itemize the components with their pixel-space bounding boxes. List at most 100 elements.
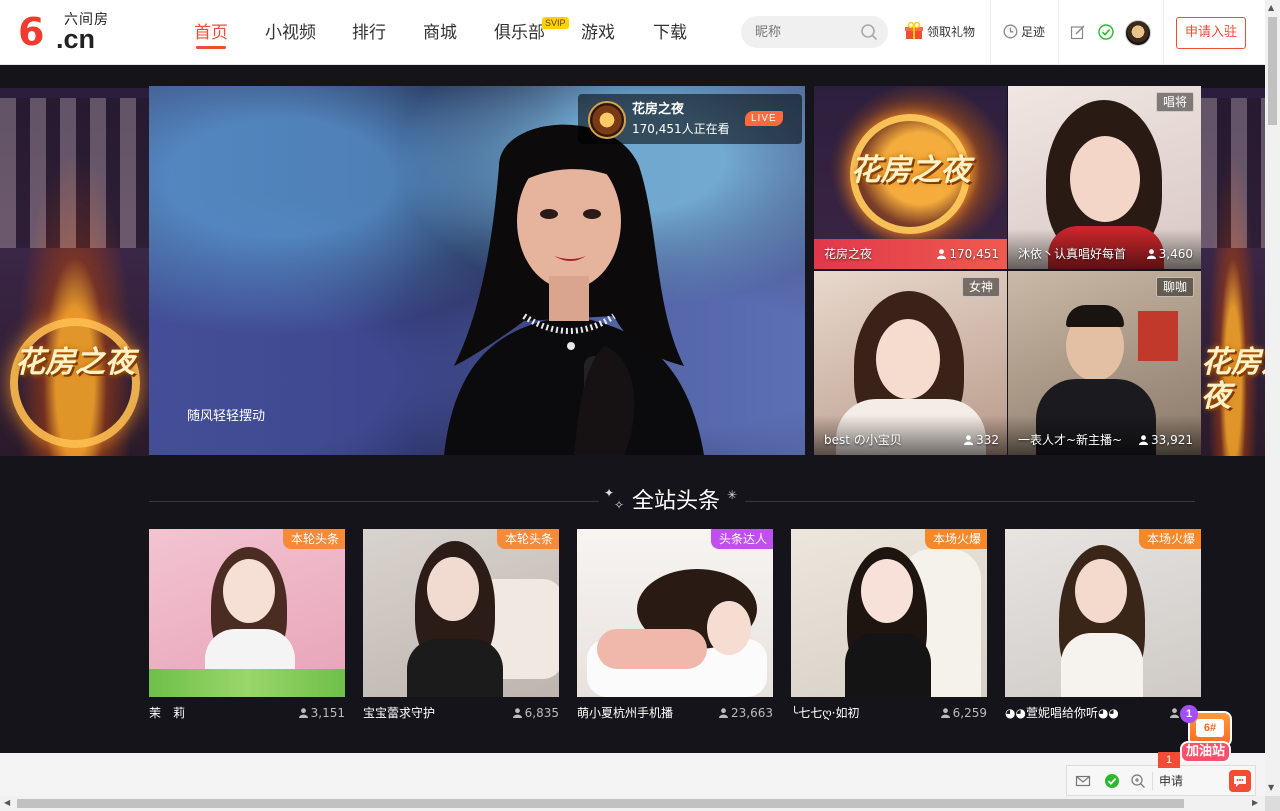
bottom-toolbar: 申请 1: [1066, 752, 1256, 796]
scroll-down-arrow[interactable]: ▼: [1268, 783, 1274, 793]
nav-club[interactable]: 俱乐部: [494, 22, 545, 44]
header-divider: [1163, 0, 1164, 65]
headline-card[interactable]: 本场火爆 ╰七七ღ·如初 6,259: [791, 529, 987, 720]
viewer-count-value: 33,921: [1151, 433, 1193, 447]
nav-home[interactable]: 首页: [194, 22, 228, 49]
gift-link[interactable]: 领取礼物: [904, 22, 975, 42]
streamer-hair: [1066, 305, 1124, 327]
thumb-viewer-count: 33,921: [1139, 432, 1193, 448]
streamer-face: [427, 557, 479, 621]
card-viewer-count: 6,835: [512, 705, 559, 721]
vertical-scroll-thumb[interactable]: [1268, 17, 1277, 125]
thumb-streamer-name: best の小宝贝: [824, 433, 902, 447]
chat-button[interactable]: [1229, 770, 1251, 792]
nav-download[interactable]: 下载: [653, 22, 687, 44]
card-ribbon: 头条达人: [710, 529, 773, 549]
scroll-left-arrow[interactable]: ◀: [4, 798, 10, 808]
side-banner-left[interactable]: 花房之夜: [0, 88, 150, 456]
scroll-right-arrow[interactable]: ▶: [1252, 798, 1258, 808]
banner-people-image: [0, 98, 150, 248]
grass-decoration: [149, 669, 345, 697]
gas-station-promo[interactable]: 6# 加油站 1: [1176, 705, 1242, 763]
search-icon[interactable]: [860, 23, 878, 41]
verified-icon[interactable]: [1098, 24, 1114, 40]
banner-brand-text: 花房之夜: [15, 345, 135, 380]
nav-games[interactable]: 游戏: [581, 22, 615, 44]
zoom-icon[interactable]: [1130, 773, 1146, 789]
streamer-clothing: [407, 639, 503, 697]
site-logo[interactable]: 6 六间房 .cn: [18, 10, 113, 54]
user-icon: [964, 435, 974, 445]
horizontal-scroll-thumb[interactable]: [17, 799, 1184, 808]
nav-ranking[interactable]: 排行: [352, 22, 386, 44]
thumb-viewer-count: 170,451: [937, 246, 999, 262]
sparkle-icon: ✳: [727, 488, 738, 502]
viewer-count-value: 3,151: [310, 706, 345, 720]
nav-short-video[interactable]: 小视频: [265, 22, 316, 44]
gift-box-icon: [905, 22, 923, 39]
headline-card[interactable]: 本轮头条 宝宝蕾求守护 6,835: [363, 529, 559, 720]
heading-divider-left: [149, 501, 599, 502]
singer-image: [444, 124, 704, 455]
viewer-count-value: 332: [976, 433, 999, 447]
card-viewer-count: 6,259: [940, 705, 987, 721]
svip-badge: SVIP: [542, 17, 569, 29]
card-streamer-name: 茉 莉: [149, 706, 186, 720]
streamer-face: [876, 319, 940, 399]
live-thumb[interactable]: 唱将 沐依丶认真唱好每首 3,460: [1008, 86, 1201, 269]
card-thumbnail: 头条达人: [577, 529, 773, 697]
vertical-scrollbar[interactable]: ▲ ▼: [1265, 0, 1280, 796]
streamer-face: [707, 601, 751, 655]
side-banner-right[interactable]: 花房之夜: [1201, 88, 1265, 456]
footprint-label: 足迹: [1021, 25, 1046, 39]
live-thumb[interactable]: 花房之夜 花房之夜 170,451: [814, 86, 1007, 269]
live-info-card[interactable]: 花房之夜 170,451人正在看 LIVE: [578, 94, 802, 144]
search-input[interactable]: [755, 23, 855, 41]
card-viewer-count: 23,663: [719, 705, 773, 721]
card-viewer-count: 3,151: [298, 705, 345, 721]
card-ribbon: 本场火爆: [1138, 529, 1201, 549]
user-icon: [298, 708, 308, 718]
check-circle-icon[interactable]: [1104, 773, 1120, 789]
viewer-count-value: 3,460: [1158, 247, 1193, 261]
header-divider: [1058, 0, 1059, 65]
nav-mall[interactable]: 商城: [423, 22, 457, 44]
live-room-avatar: [588, 101, 626, 139]
headline-card[interactable]: 本场火爆 ◕◕萱妮唱给你听◕◕ 34,: [1005, 529, 1201, 720]
mail-icon[interactable]: [1075, 773, 1091, 789]
streamer-clothing: [1061, 633, 1143, 697]
banner-brand-text: 花房之夜: [1201, 345, 1265, 414]
card-ribbon: 本场火爆: [924, 529, 987, 549]
footprint-link[interactable]: 足迹: [1003, 22, 1045, 42]
apply-join-button[interactable]: 申请入驻: [1176, 17, 1246, 49]
thumb-streamer-name: 花房之夜: [824, 247, 873, 261]
logo-six: 6: [18, 10, 45, 54]
card-ribbon: 本轮头条: [496, 529, 559, 549]
edit-icon[interactable]: [1070, 24, 1086, 40]
user-avatar[interactable]: [1125, 20, 1151, 46]
headline-card[interactable]: 本轮头条 茉 莉 3,151: [149, 529, 345, 720]
viewer-count-value: 6,835: [524, 706, 559, 720]
apply-text[interactable]: 申请: [1159, 772, 1183, 790]
card-streamer-name: ╰七七ღ·如初: [791, 706, 860, 720]
live-thumb[interactable]: 女神 best の小宝贝 332: [814, 271, 1007, 455]
scrollbar-corner: [1265, 796, 1280, 811]
thumb-tag-badge: 聊咖: [1155, 277, 1194, 297]
user-icon: [937, 249, 947, 259]
scroll-up-arrow[interactable]: ▲: [1268, 3, 1274, 13]
section-title: 全站头条: [632, 489, 721, 514]
thumb-streamer-name: 沐依丶认真唱好每首: [1018, 247, 1127, 261]
streamer-face: [1075, 559, 1127, 623]
live-stage: 花房之夜 花房之夜 170,451人正在看 LIVE 随风轻轻摆动 花房之夜 花…: [0, 65, 1265, 753]
headline-card[interactable]: 头条达人 萌小夏杭州手机播 23,663: [577, 529, 773, 720]
heading-divider-right: [745, 501, 1195, 502]
horizontal-scrollbar[interactable]: ◀ ▶: [0, 796, 1265, 811]
chat-bubble-icon: [1234, 776, 1246, 787]
notification-badge: 1: [1158, 752, 1180, 768]
main-video-player[interactable]: 花房之夜 170,451人正在看 LIVE 随风轻轻摆动: [149, 86, 805, 455]
viewer-count-value: 6,259: [952, 706, 987, 720]
live-thumb[interactable]: 聊咖 一表人才~新主播~ 33,921: [1008, 271, 1201, 455]
viewer-count-value: 170,451: [949, 247, 999, 261]
thumb-viewer-count: 3,460: [1146, 246, 1193, 262]
clock-icon: [1003, 24, 1018, 39]
